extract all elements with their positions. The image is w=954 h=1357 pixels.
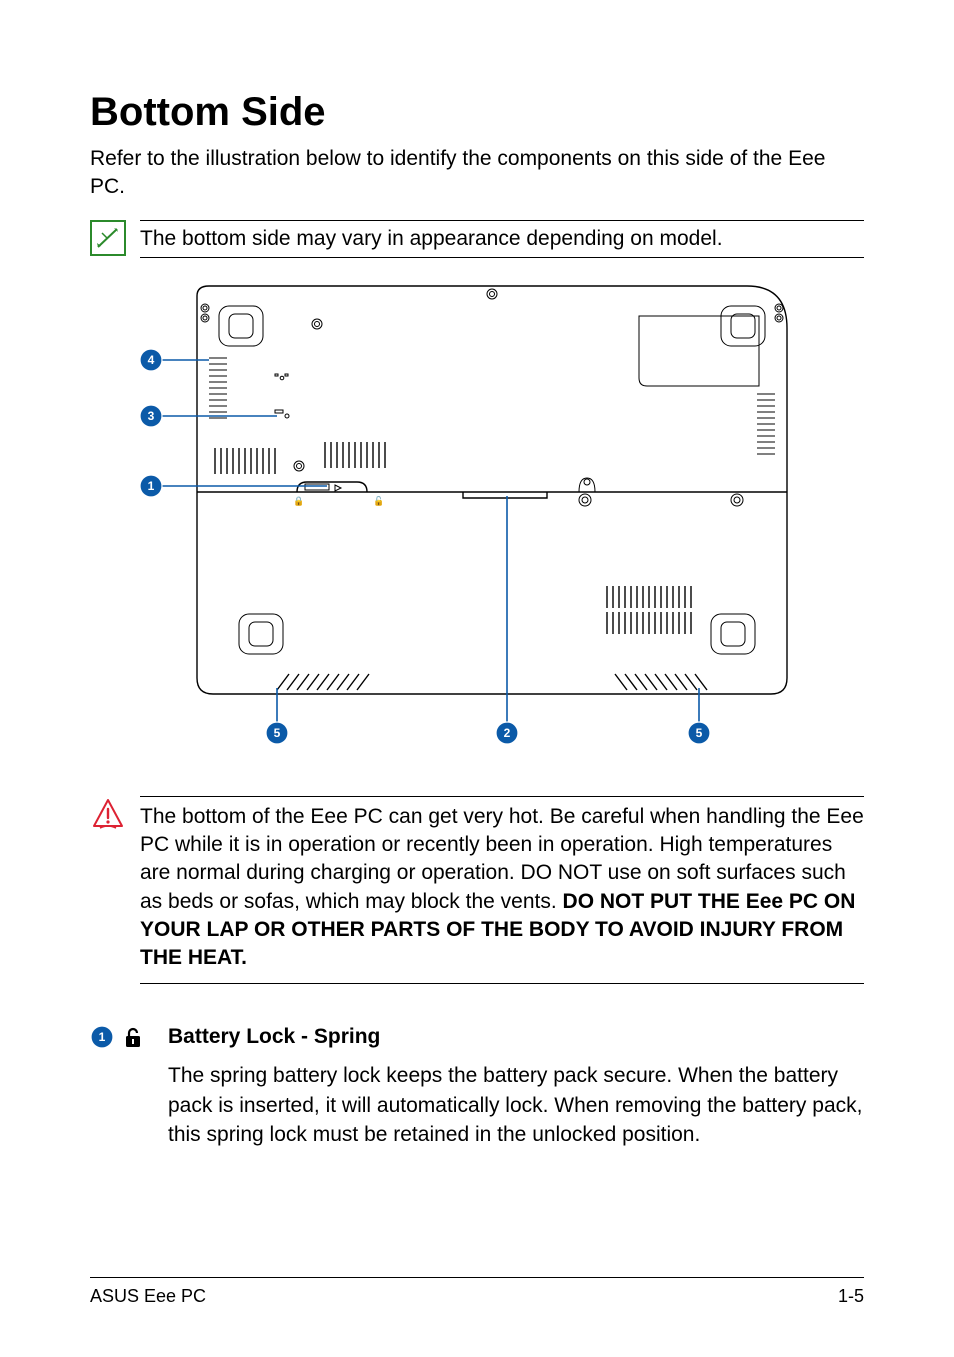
warning-block: The bottom of the Eee PC can get very ho… — [90, 796, 864, 984]
svg-text:2: 2 — [504, 726, 511, 740]
svg-text:🔒: 🔒 — [293, 496, 304, 506]
warning-text: The bottom of the Eee PC can get very ho… — [140, 796, 864, 984]
lock-icon — [120, 1024, 146, 1050]
note-block: The bottom side may vary in appearance d… — [90, 220, 864, 258]
callout-1: 1 — [140, 475, 162, 497]
svg-text:5: 5 — [696, 726, 703, 740]
svg-text:3: 3 — [148, 409, 155, 423]
svg-text:🔓: 🔓 — [373, 495, 384, 506]
svg-text:5: 5 — [274, 726, 281, 740]
caution-icon — [90, 796, 126, 832]
footer-product: ASUS Eee PC — [90, 1286, 206, 1307]
page-footer: ASUS Eee PC 1-5 — [90, 1277, 864, 1307]
callout-5-left: 5 — [266, 722, 288, 744]
item-1-marker: 1 — [90, 1024, 156, 1050]
callout-4: 4 — [140, 349, 162, 371]
svg-text:1: 1 — [148, 479, 155, 493]
svg-text:1: 1 — [99, 1030, 106, 1044]
note-text: The bottom side may vary in appearance d… — [140, 220, 864, 258]
bottom-side-diagram: 🔒 🔓 — [90, 278, 864, 758]
item-1-body: Battery Lock - Spring The spring battery… — [168, 1022, 864, 1150]
manual-page: Bottom Side Refer to the illustration be… — [0, 0, 954, 1357]
component-item-1: 1 Battery Lock - Spring The spring batte… — [90, 1022, 864, 1150]
callout-2: 2 — [496, 722, 518, 744]
callout-3: 3 — [140, 405, 162, 427]
footer-page-number: 1-5 — [838, 1286, 864, 1307]
page-title: Bottom Side — [90, 90, 864, 135]
note-icon — [90, 220, 126, 256]
item-1-description: The spring battery lock keeps the batter… — [168, 1064, 862, 1146]
svg-text:4: 4 — [148, 353, 155, 367]
number-1-icon: 1 — [90, 1025, 114, 1049]
intro-paragraph: Refer to the illustration below to ident… — [90, 145, 864, 202]
item-1-heading: Battery Lock - Spring — [168, 1022, 864, 1051]
callout-5-right: 5 — [688, 722, 710, 744]
